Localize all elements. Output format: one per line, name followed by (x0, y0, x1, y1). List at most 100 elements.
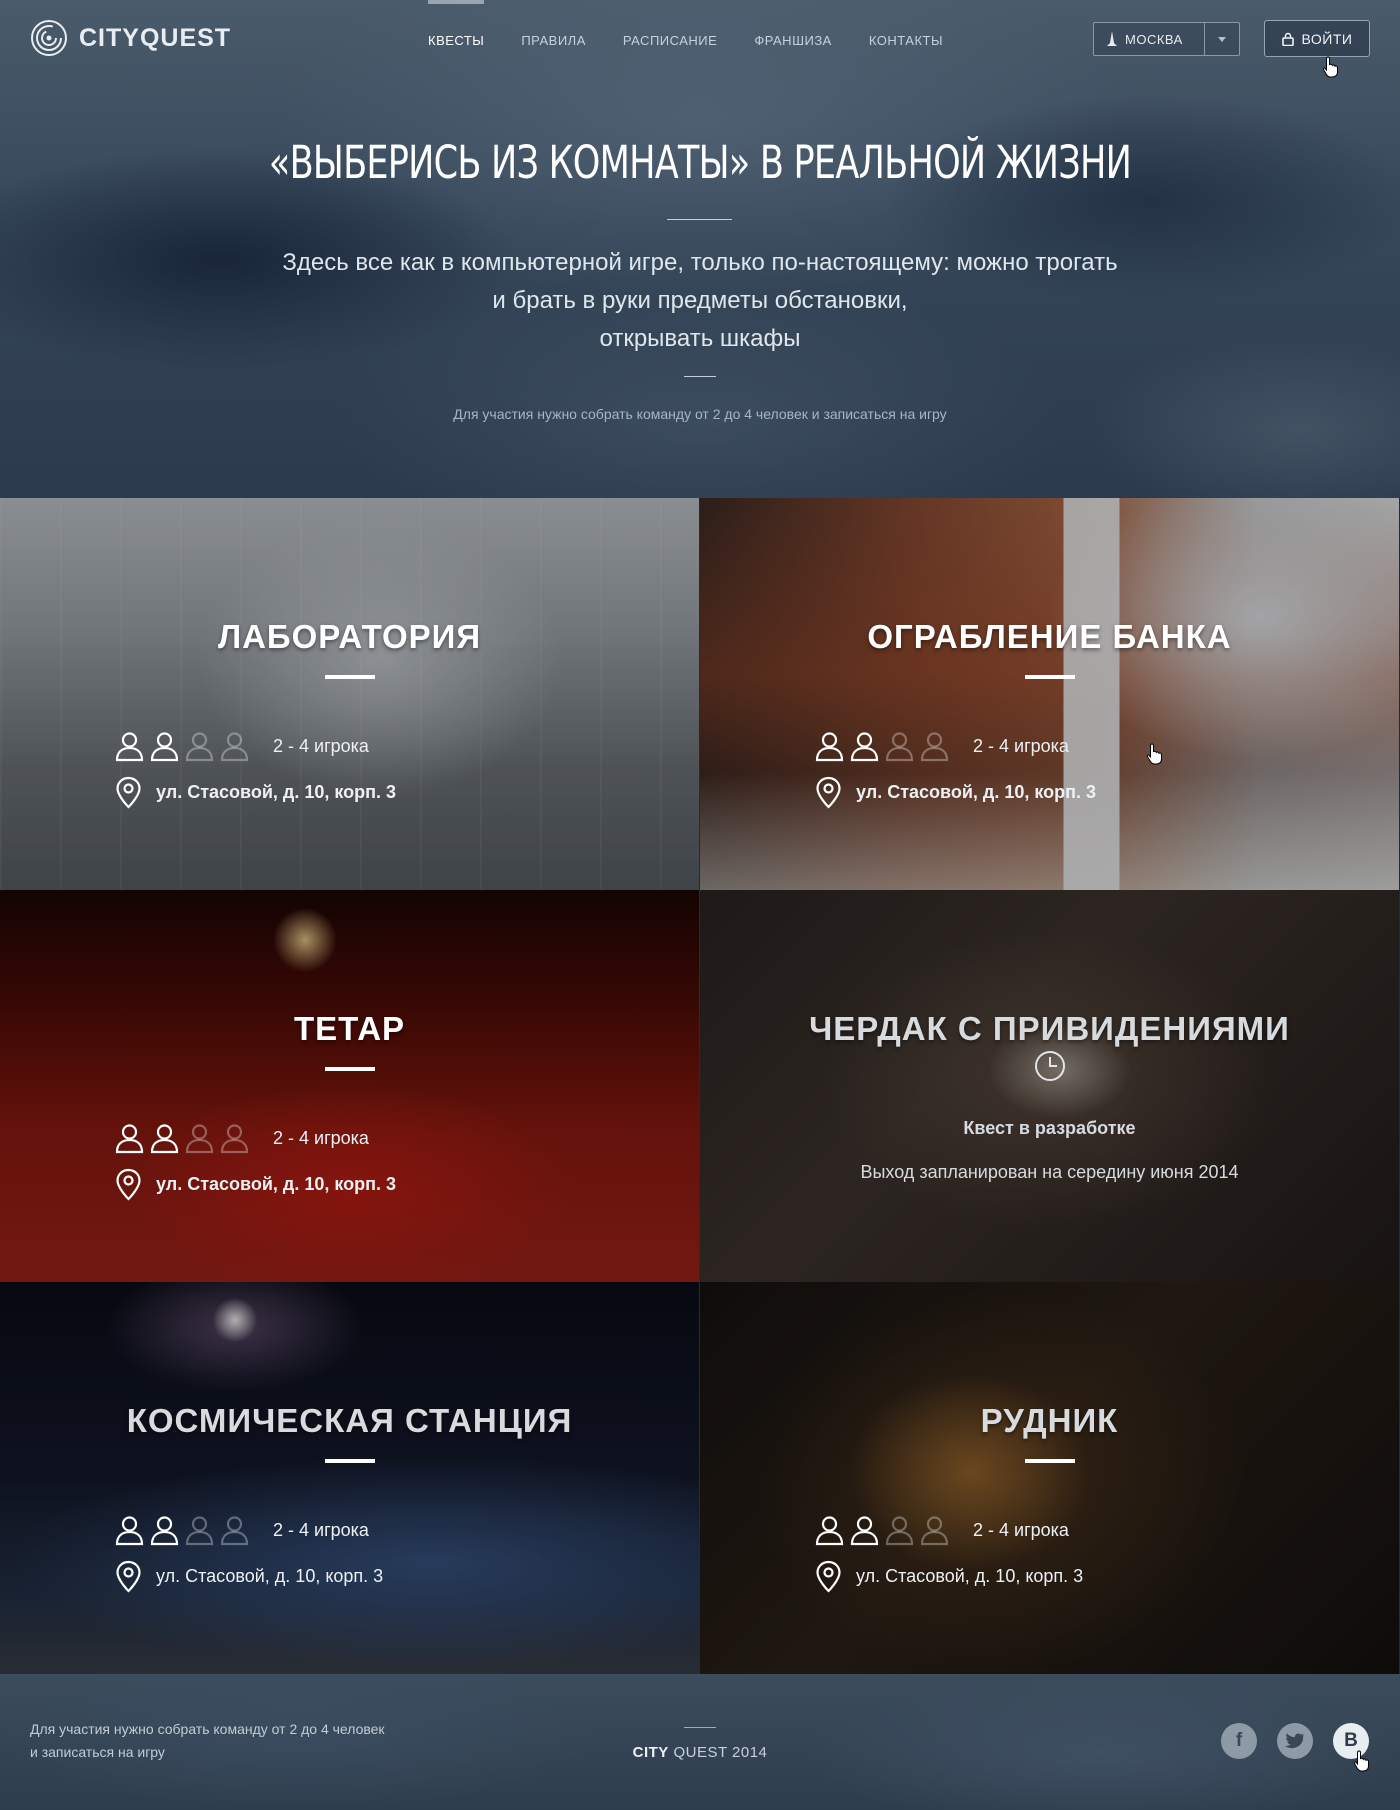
footer-divider (684, 1727, 716, 1728)
photo-overlay (0, 498, 699, 890)
player-icon-inactive (220, 732, 249, 762)
hero-subtitle-line: Здесь все как в компьютерной игре, тольк… (282, 249, 1118, 276)
location-pin-icon (816, 1560, 841, 1593)
quest-card-mine[interactable]: РУДНИК 2 - 4 игрока ул. Стасовой, д. 10,… (700, 1282, 1399, 1674)
player-icon-inactive (185, 732, 214, 762)
logo-spiral-icon (31, 20, 67, 56)
quest-title: ОГРАБЛЕНИЕ БАНКА (867, 618, 1232, 655)
quest-title-underline (325, 675, 375, 679)
quest-address: ул. Стасовой, д. 10, корп. 3 (856, 782, 1097, 802)
players-row: 2 - 4 игрока (815, 731, 1069, 762)
player-icon-active (815, 1516, 844, 1546)
player-icon-inactive (885, 1516, 914, 1546)
footer-brand-bold: CITY (632, 1744, 669, 1761)
players-row: 2 - 4 игрока (115, 731, 369, 762)
players-row: 2 - 4 игрока (815, 1515, 1069, 1546)
nav-item-quests[interactable]: КВЕСТЫ (428, 0, 485, 80)
twitter-icon (1285, 1733, 1304, 1749)
player-icon-active (115, 1516, 144, 1546)
clock-icon (1035, 1051, 1065, 1081)
players-icons (115, 731, 249, 762)
players-row: 2 - 4 игрока (115, 1515, 369, 1546)
hero-subtitle-line: открывать шкафы (599, 325, 801, 352)
nav-item-rules[interactable]: ПРАВИЛА (521, 0, 586, 80)
logo[interactable]: CITYQUEST (29, 18, 231, 58)
hero-section: CITYQUEST КВЕСТЫ ПРАВИЛА РАСПИСАНИЕ ФРАН… (0, 0, 1400, 498)
quest-grid: ЛАБОРАТОРИЯ 2 - 4 игрока ул. Стасовой, д… (0, 498, 1400, 1674)
quest-card-space-station[interactable]: КОСМИЧЕСКАЯ СТАНЦИЯ 2 - 4 игрока ул. Ста… (0, 1282, 699, 1674)
login-label: ВОЙТИ (1301, 30, 1353, 47)
player-icon-inactive (885, 732, 914, 762)
photo-overlay (0, 1282, 699, 1674)
address-row: ул. Стасовой, д. 10, корп. 3 (815, 1560, 1083, 1593)
photo-overlay (700, 1282, 1399, 1674)
player-icon-active (850, 732, 879, 762)
players-count: 2 - 4 игрока (273, 736, 369, 756)
quest-title-underline (1025, 675, 1075, 679)
player-icon-inactive (185, 1516, 214, 1546)
footer-note-line: Для участия нужно собрать команду от 2 д… (30, 1721, 385, 1737)
address-row: ул. Стасовой, д. 10, корп. 3 (115, 1560, 383, 1593)
footer: Для участия нужно собрать команду от 2 д… (0, 1674, 1400, 1810)
hero-subtitle-line: и брать в руки предметы обстановки, (492, 287, 908, 314)
logo-text: CITYQUEST (79, 23, 232, 52)
twitter-link[interactable] (1277, 1723, 1313, 1759)
quest-address: ул. Стасовой, д. 10, корп. 3 (156, 1566, 384, 1586)
player-icon-active (150, 732, 179, 762)
tower-icon (1107, 31, 1117, 46)
city-current[interactable]: МОСКВА (1094, 23, 1205, 55)
quest-address: ул. Стасовой, д. 10, корп. 3 (856, 1566, 1084, 1586)
address-row: ул. Стасовой, д. 10, корп. 3 (815, 776, 1096, 809)
chevron-down-icon (1218, 36, 1226, 42)
hero-note: Для участия нужно собрать команду от 2 д… (453, 406, 947, 422)
players-icons (815, 731, 949, 762)
address-row: ул. Стасовой, д. 10, корп. 3 (115, 776, 396, 809)
quest-title: КОСМИЧЕСКАЯ СТАНЦИЯ (126, 1402, 573, 1439)
nav-item-franchise[interactable]: ФРАНШИЗА (754, 0, 832, 80)
player-icon-active (850, 1516, 879, 1546)
players-count: 2 - 4 игрока (273, 1128, 369, 1148)
quest-title-underline (325, 1067, 375, 1071)
city-dropdown-toggle[interactable] (1205, 23, 1239, 55)
player-icon-inactive (220, 1516, 249, 1546)
nav-item-schedule[interactable]: РАСПИСАНИЕ (623, 0, 717, 80)
location-pin-icon (816, 776, 841, 809)
quest-title-underline (1025, 1459, 1075, 1463)
players-count: 2 - 4 игрока (973, 736, 1069, 756)
player-icon-active (150, 1124, 179, 1154)
main-nav: КВЕСТЫ ПРАВИЛА РАСПИСАНИЕ ФРАНШИЗА КОНТА… (428, 0, 980, 80)
hero-title: «ВЫБЕРИСЬ ИЗ КОМНАТЫ» В РЕАЛЬНОЙ ЖИЗНИ (268, 136, 1132, 189)
player-icon-active (815, 732, 844, 762)
player-icon-inactive (920, 732, 949, 762)
login-button[interactable]: ВОЙТИ (1264, 20, 1370, 57)
quest-address: ул. Стасовой, д. 10, корп. 3 (156, 1174, 397, 1194)
player-icon-active (115, 732, 144, 762)
vk-icon: В (1344, 1730, 1358, 1751)
top-bar: CITYQUEST КВЕСТЫ ПРАВИЛА РАСПИСАНИЕ ФРАН… (0, 0, 1400, 80)
quest-title: РУДНИК (980, 1402, 1119, 1439)
location-pin-icon (116, 776, 141, 809)
quest-card-bank-robbery[interactable]: ОГРАБЛЕНИЕ БАНКА 2 - 4 игрока ул. Стасов… (700, 498, 1399, 890)
quest-release-note: Выход запланирован на середину июня 2014 (860, 1162, 1239, 1182)
hero-divider-small (684, 376, 716, 377)
vk-link[interactable]: В (1333, 1723, 1369, 1759)
quest-address: ул. Стасовой, д. 10, корп. 3 (156, 782, 397, 802)
hero-subtitle: Здесь все как в компьютерной игре, тольк… (200, 244, 1200, 358)
quest-title: ЧЕРДАК С ПРИВИДЕНИЯМИ (809, 1010, 1290, 1047)
city-select[interactable]: МОСКВА (1093, 22, 1240, 56)
quest-card-theatre[interactable]: ТЕТАР 2 - 4 игрока ул. Стасовой, д. 10, … (0, 890, 699, 1282)
nav-item-contacts[interactable]: КОНТАКТЫ (869, 0, 943, 80)
photo-overlay (700, 498, 1399, 890)
player-icon-active (150, 1516, 179, 1546)
facebook-icon: f (1235, 1730, 1243, 1751)
facebook-link[interactable]: f (1221, 1723, 1257, 1759)
location-pin-icon (116, 1560, 141, 1593)
quest-card-haunted-attic[interactable]: ЧЕРДАК С ПРИВИДЕНИЯМИ Квест в разработке… (700, 890, 1399, 1282)
photo-overlay (700, 890, 1399, 1282)
quest-card-laboratory[interactable]: ЛАБОРАТОРИЯ 2 - 4 игрока ул. Стасовой, д… (0, 498, 699, 890)
location-pin-icon (116, 1168, 141, 1201)
player-icon-inactive (920, 1516, 949, 1546)
players-icons (115, 1515, 249, 1546)
players-icons (115, 1123, 249, 1154)
city-label: МОСКВА (1125, 31, 1183, 47)
